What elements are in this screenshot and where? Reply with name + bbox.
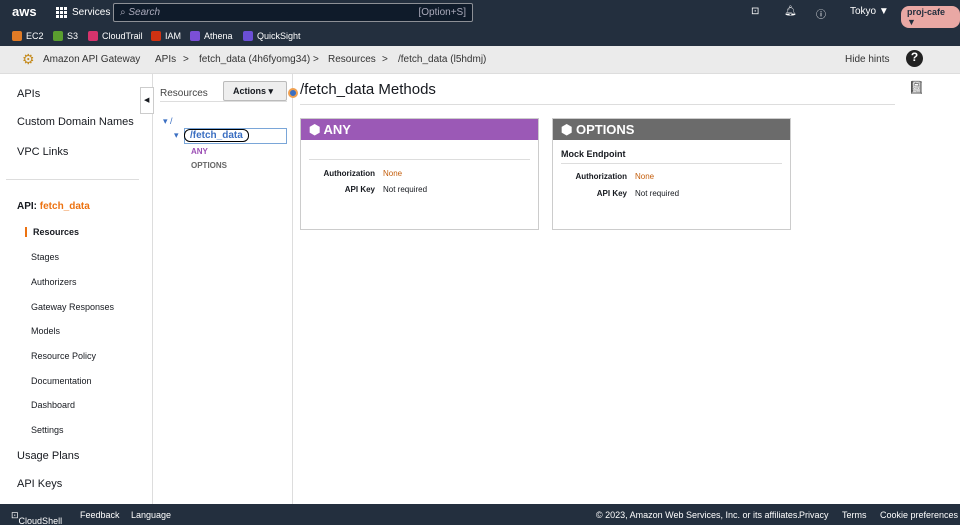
divider [309,159,530,160]
cloudtrail-icon [88,31,98,41]
resource-root[interactable]: ▾ / [163,116,173,127]
breadcrumb-apis[interactable]: APIs [155,54,176,65]
sidebar-documentation[interactable]: Documentation [31,376,92,386]
top-nav: aws Services ⌕ Search [Option+S] ⊡ 🔔︎ ⓘ T… [0,0,960,46]
footer: ⊡ CloudShell Feedback Language © 2023, A… [0,504,960,526]
card-header: ⬢ OPTIONS [553,119,790,140]
fav-iam[interactable]: IAM [151,31,181,41]
sidebar-dashboard[interactable]: Dashboard [31,400,75,410]
sidebar-models[interactable]: Models [31,326,60,336]
divider [561,163,782,164]
cookie-preferences-link[interactable]: Cookie preferences [880,510,958,520]
sidebar-authorizers[interactable]: Authorizers [31,277,77,287]
sidebar-stages[interactable]: Stages [31,252,59,262]
method-any[interactable]: ANY [191,147,208,156]
card-header: ⬢ ANY [301,119,538,140]
s3-icon [53,31,63,41]
services-menu[interactable]: Services [56,7,110,18]
auth-value: None [635,172,655,181]
collapse-button[interactable]: ◀ [140,87,154,114]
fav-athena[interactable]: Athena [190,31,233,41]
cloudshell-icon[interactable]: ⊡ [751,6,759,17]
breadcrumb-api[interactable]: fetch_data (4h6fyomg34) [199,54,310,65]
separator: > [183,54,189,65]
help-icon[interactable]: ? [906,50,923,67]
sidebar-resource-policy[interactable]: Resource Policy [31,351,96,361]
sidebar-custom-domain[interactable]: Custom Domain Names [17,116,134,128]
separator: > [382,54,388,65]
tree-toggle-icon[interactable]: ▾ [174,130,179,141]
auth-label: Authorization [575,172,627,181]
actions-button[interactable]: Actions ▾ [223,81,287,101]
sidebar: APIs Custom Domain Names VPC Links API: … [0,74,153,504]
divider [160,101,287,102]
resources-panel: Resources Actions ▾ ▾ / ▾ /fetch_data AN… [154,74,293,504]
auth-value: None [383,169,403,178]
bell-icon[interactable]: 🔔︎ [784,6,797,17]
grid-icon [56,7,67,18]
iam-icon [151,31,161,41]
page-title: /fetch_data Methods [300,81,436,98]
language-link[interactable]: Language [131,510,171,520]
feedback-link[interactable]: Feedback [80,510,120,520]
breadcrumb-resources[interactable]: Resources [328,54,376,65]
sidebar-vpc-links[interactable]: VPC Links [17,146,68,158]
api-key-value: Not required [635,189,680,198]
fav-s3[interactable]: S3 [53,31,78,41]
athena-icon [190,31,200,41]
search-input[interactable]: ⌕ Search [Option+S] [113,3,473,22]
fav-cloudtrail[interactable]: CloudTrail [88,31,143,41]
sidebar-usage-plans[interactable]: Usage Plans [17,450,79,462]
api-key-label: API Key [344,185,375,194]
method-options[interactable]: OPTIONS [191,161,227,170]
sidebar-settings[interactable]: Settings [31,425,64,435]
quicksight-icon [243,31,253,41]
help-icon[interactable]: ⓘ [816,6,826,21]
fav-ec2[interactable]: EC2 [12,31,44,41]
copyright: © 2023, Amazon Web Services, Inc. or its… [596,510,800,520]
ec2-icon [12,31,22,41]
separator: > [313,54,319,65]
breadcrumb-bar: ⚙ Amazon API Gateway APIs > fetch_data (… [0,46,960,74]
method-card-options[interactable]: ⬢ OPTIONS Mock Endpoint Authorization No… [552,118,791,230]
sidebar-api-keys[interactable]: API Keys [17,478,62,490]
book-icon[interactable]: 📓︎ [908,80,925,96]
sidebar-apis[interactable]: APIs [17,88,40,100]
auth-label: Authorization [323,169,375,178]
sidebar-resources[interactable]: Resources [25,227,79,237]
hide-hints-button[interactable]: Hide hints [845,54,889,65]
terms-link[interactable]: Terms [842,510,867,520]
privacy-link[interactable]: Privacy [799,510,829,520]
region-select[interactable]: Tokyo ▼ [850,6,889,17]
api-key-label: API Key [596,189,627,198]
api-label: API: fetch_data [17,201,90,212]
service-name[interactable]: Amazon API Gateway [43,54,140,65]
api-key-value: Not required [383,185,428,194]
divider [6,179,139,180]
aws-logo[interactable]: aws [12,4,37,19]
api-gateway-icon: ⚙ [22,51,35,67]
breadcrumb-resource: /fetch_data (l5hdmj) [398,54,487,65]
resource-fetch-data[interactable]: /fetch_data [184,128,287,144]
account-menu[interactable]: proj-cafe ▼ [901,6,960,28]
cloudshell-link[interactable]: ⊡ CloudShell [11,510,62,526]
resources-title: Resources [160,88,208,99]
method-card-any[interactable]: ⬢ ANY Authorization None API Key Not req… [300,118,539,230]
hint-dot-icon[interactable] [288,88,298,98]
integration-type: Mock Endpoint [561,149,626,159]
fav-quicksight[interactable]: QuickSight [243,31,301,41]
sidebar-gateway-responses[interactable]: Gateway Responses [31,302,114,312]
divider [300,104,895,105]
